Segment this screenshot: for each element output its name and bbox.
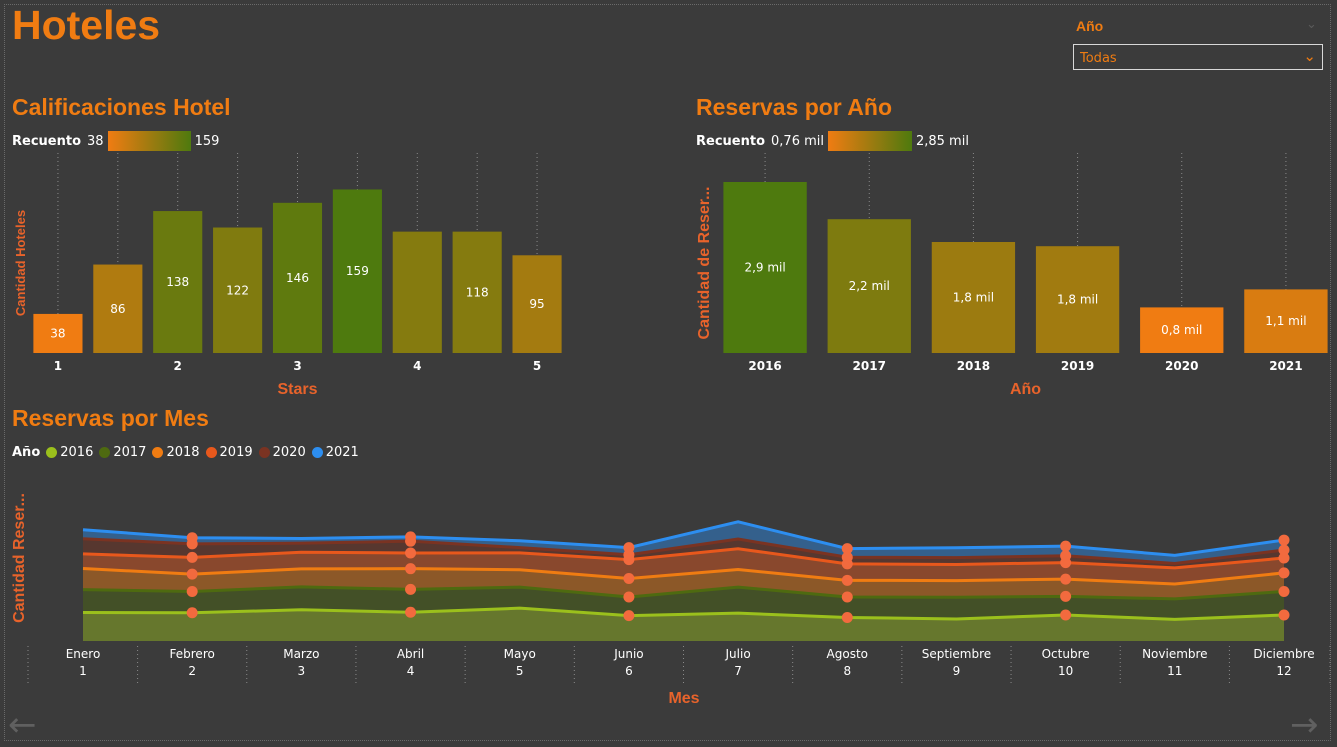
month-chart-tick-number: 12 <box>1276 664 1291 678</box>
month-chart-tick-label: Octubre <box>1042 647 1090 661</box>
month-chart-y-axis-title: Cantidad Reser... <box>11 493 28 623</box>
year-chart-data-label: 2,9 mil <box>744 261 785 275</box>
year-chart-tick-label: 2017 <box>853 359 886 373</box>
month-chart-point <box>405 547 417 559</box>
year-chart-data-label: 2,2 mil <box>849 279 890 293</box>
month-chart-point <box>186 568 198 580</box>
month-chart-tick-label: Mayo <box>504 647 536 661</box>
month-chart-tick-number: 11 <box>1167 664 1182 678</box>
month-chart-point <box>1060 550 1072 562</box>
hotel-chart-data-label: 118 <box>466 285 489 299</box>
year-chart-data-label: 1,8 mil <box>953 291 994 305</box>
month-chart-tick-label: Junio <box>613 647 643 661</box>
month-chart-tick-number: 9 <box>953 664 961 678</box>
month-chart-tick-label: Noviembre <box>1142 647 1208 661</box>
year-chart-data-label: 0,8 mil <box>1161 323 1202 337</box>
hotel-chart-tick-label: 5 <box>533 359 541 373</box>
hotel-chart-tick-label: 1 <box>54 359 62 373</box>
month-chart-point <box>1060 609 1072 621</box>
month-chart-tick-number: 1 <box>79 664 87 678</box>
hotel-chart-data-label: 86 <box>110 302 125 316</box>
month-chart-tick-label: Enero <box>66 647 101 661</box>
month-chart-point <box>405 563 417 575</box>
month-chart-point <box>1060 540 1072 552</box>
hotel-chart-tick-label: 4 <box>413 359 421 373</box>
month-chart-point <box>623 591 635 603</box>
month-chart-tick-label: Julio <box>725 647 751 661</box>
month-chart-tick-number: 2 <box>188 664 196 678</box>
month-chart-tick-label: Agosto <box>827 647 868 661</box>
month-chart-point <box>1278 585 1290 597</box>
hotel-chart-y-axis-title: Cantidad Hoteles <box>13 210 28 316</box>
charts-canvas: 38186138212214631594118955StarsCantidad … <box>11 153 1331 707</box>
year-chart-y-axis-title: Cantidad de Reser... <box>696 187 713 340</box>
hotel-chart-data-label: 122 <box>226 283 249 297</box>
year-chart-data-label: 1,8 mil <box>1057 293 1098 307</box>
month-chart-point <box>1278 609 1290 621</box>
month-chart-tick-number: 8 <box>843 664 851 678</box>
month-chart-tick-label: Abril <box>397 647 424 661</box>
month-chart-point <box>186 551 198 563</box>
month-chart-point <box>1060 590 1072 602</box>
year-chart-x-axis-title: Año <box>1010 381 1041 398</box>
month-chart-point <box>623 542 635 554</box>
year-chart-tick-label: 2020 <box>1165 359 1198 373</box>
month-chart-point <box>623 572 635 584</box>
month-chart-tick-number: 4 <box>407 664 415 678</box>
month-chart-point <box>186 585 198 597</box>
month-chart-point <box>841 591 853 603</box>
hotel-chart-tick-label: 2 <box>174 359 182 373</box>
month-chart-tick-label: Diciembre <box>1253 647 1314 661</box>
month-chart-point <box>841 574 853 586</box>
right-arrow-icon[interactable]: → <box>1290 705 1319 745</box>
month-chart-tick-label: Marzo <box>283 647 319 661</box>
month-chart-tick-label: Febrero <box>170 647 215 661</box>
month-chart-point <box>405 583 417 595</box>
year-chart-tick-label: 2018 <box>957 359 990 373</box>
month-chart-point <box>405 606 417 618</box>
hotel-chart-bar <box>392 231 442 353</box>
month-chart-point <box>186 532 198 544</box>
hotel-chart-data-label: 38 <box>50 326 65 340</box>
month-chart-point <box>186 607 198 619</box>
hotel-chart-data-label: 159 <box>346 264 369 278</box>
hotel-chart-data-label: 95 <box>529 297 544 311</box>
month-chart-point <box>1278 534 1290 546</box>
month-chart-point <box>1278 567 1290 579</box>
month-chart-point <box>841 611 853 623</box>
month-chart-point <box>1060 573 1072 585</box>
month-chart-tick-label: Septiembre <box>922 647 991 661</box>
month-chart-point <box>1278 544 1290 556</box>
month-chart-x-axis-title: Mes <box>668 690 699 707</box>
year-chart-tick-label: 2021 <box>1269 359 1302 373</box>
month-chart-tick-number: 5 <box>516 664 524 678</box>
month-chart-point <box>405 531 417 543</box>
month-chart-point <box>623 610 635 622</box>
hotel-chart-x-axis-title: Stars <box>277 381 317 398</box>
left-arrow-icon[interactable]: ← <box>8 705 37 745</box>
month-chart-point <box>841 543 853 555</box>
year-chart-data-label: 1,1 mil <box>1265 314 1306 328</box>
month-chart-tick-number: 7 <box>734 664 742 678</box>
month-chart-tick-number: 6 <box>625 664 633 678</box>
year-chart-tick-label: 2016 <box>748 359 781 373</box>
hotel-chart-tick-label: 3 <box>293 359 301 373</box>
month-chart-tick-number: 3 <box>298 664 306 678</box>
month-chart-tick-number: 10 <box>1058 664 1073 678</box>
hotel-chart-data-label: 146 <box>286 271 309 285</box>
hotel-chart-data-label: 138 <box>166 275 189 289</box>
year-chart-tick-label: 2019 <box>1061 359 1094 373</box>
